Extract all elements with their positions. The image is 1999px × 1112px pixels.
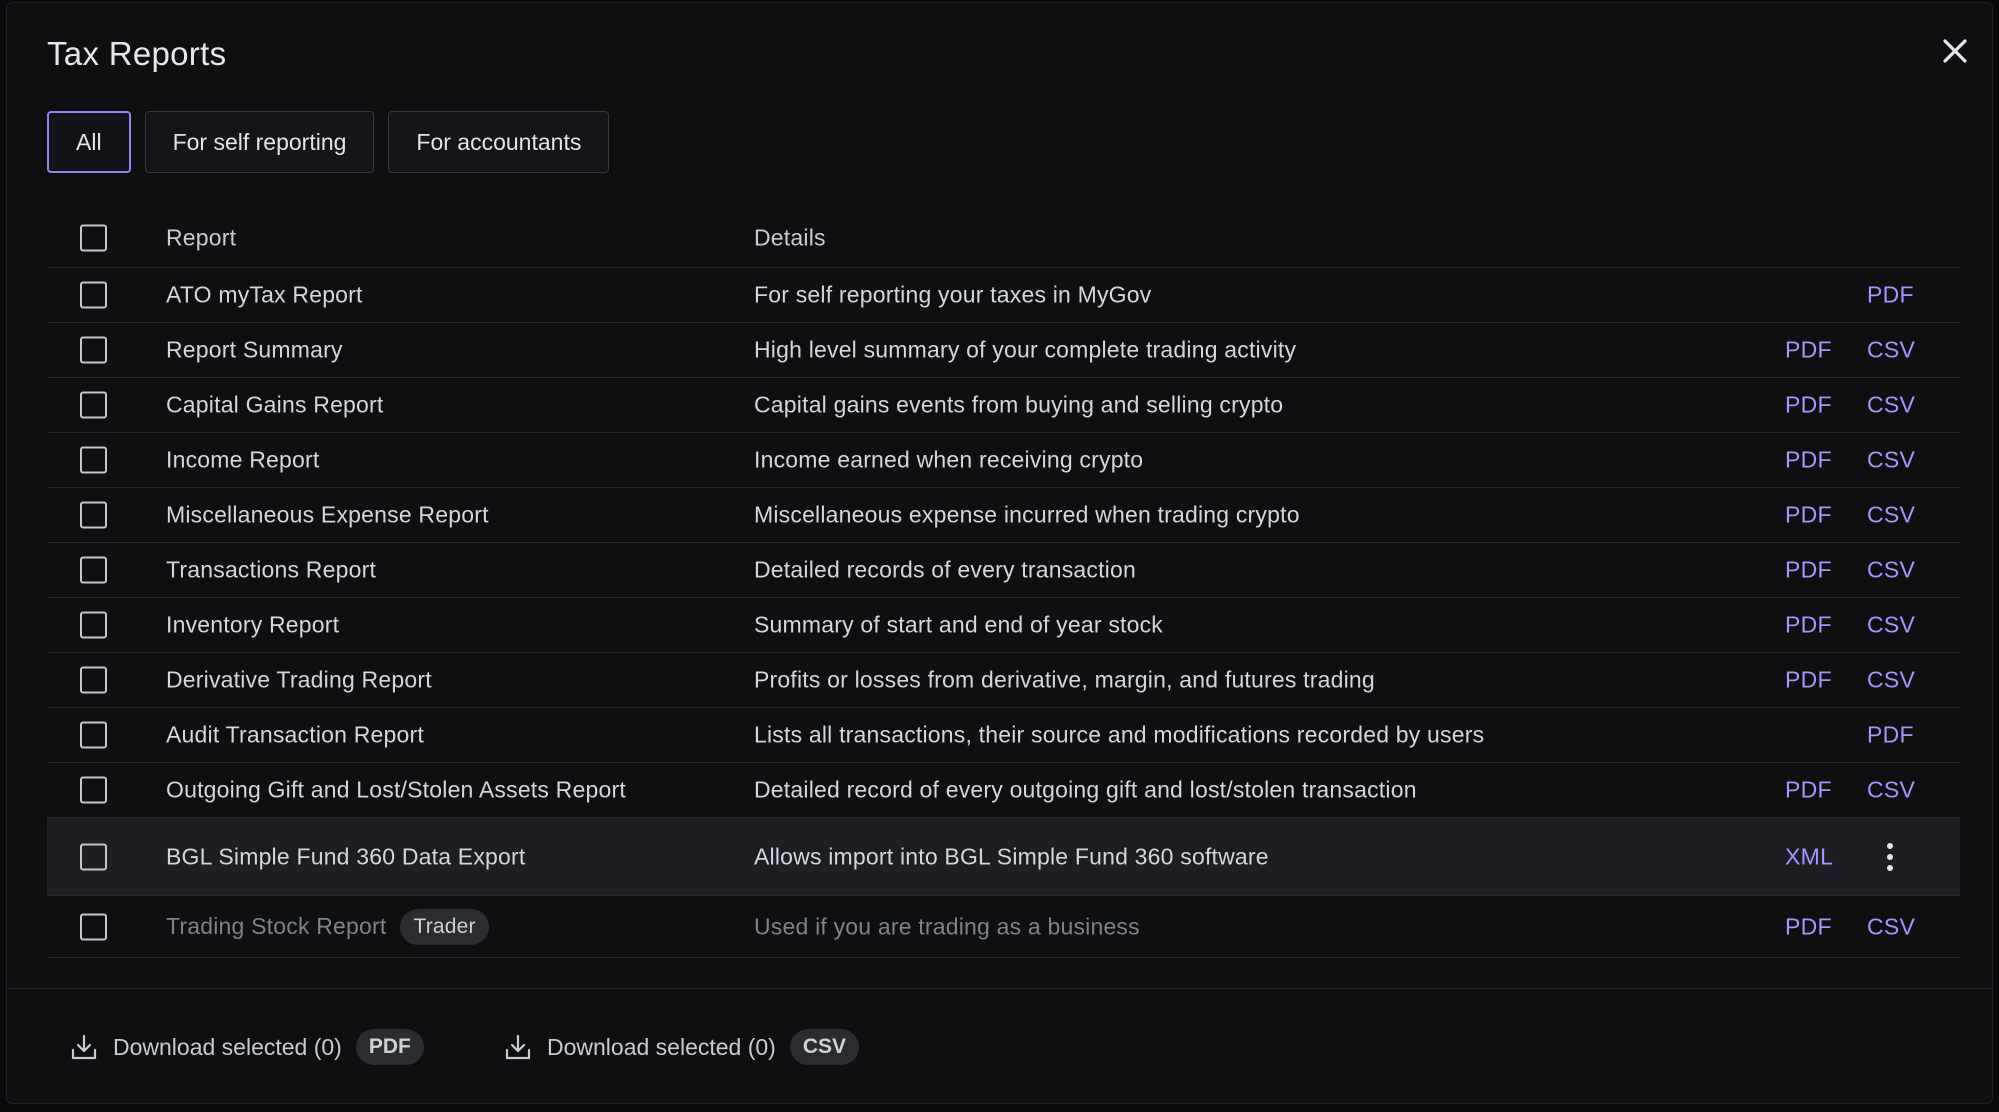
report-name: Audit Transaction Report: [166, 721, 424, 748]
row-checkbox[interactable]: [80, 913, 107, 940]
row-checkbox[interactable]: [80, 391, 107, 419]
row-checkbox[interactable]: [80, 446, 107, 474]
tab-accountants[interactable]: For accountants: [388, 111, 610, 173]
row-checkbox[interactable]: [80, 776, 107, 804]
pdf-link[interactable]: PDF: [1785, 612, 1832, 639]
csv-badge: CSV: [789, 1029, 860, 1065]
csv-link[interactable]: CSV: [1867, 913, 1915, 940]
row-checkbox[interactable]: [80, 666, 107, 694]
report-details: Summary of start and end of year stock: [754, 611, 1163, 638]
report-details: Lists all transactions, their source and…: [754, 721, 1485, 748]
download-label: Download selected (0): [113, 1033, 342, 1060]
download-icon: [71, 1034, 97, 1060]
table-row: Derivative Trading Report Profits or los…: [47, 653, 1960, 708]
report-name: Trading Stock Report: [166, 913, 387, 939]
report-name: Outgoing Gift and Lost/Stolen Assets Rep…: [166, 776, 626, 803]
row-checkbox[interactable]: [80, 843, 107, 870]
pdf-link[interactable]: PDF: [1785, 777, 1832, 804]
pdf-link[interactable]: PDF: [1785, 502, 1832, 529]
csv-link[interactable]: CSV: [1867, 392, 1915, 419]
table-row-highlighted: BGL Simple Fund 360 Data Export Allows i…: [47, 818, 1960, 896]
pdf-link[interactable]: PDF: [1785, 392, 1832, 419]
tax-reports-dialog: Tax Reports All For self reporting For a…: [6, 2, 1993, 1104]
report-details: Detailed record of every outgoing gift a…: [754, 776, 1417, 803]
report-details: Capital gains events from buying and sel…: [754, 391, 1284, 418]
report-name: Transactions Report: [166, 556, 377, 583]
pdf-link[interactable]: PDF: [1867, 282, 1914, 309]
close-icon[interactable]: [1935, 31, 1975, 71]
pdf-link[interactable]: PDF: [1785, 913, 1832, 940]
report-name: Derivative Trading Report: [166, 666, 432, 693]
dialog-footer: Download selected (0) PDF Download selec…: [7, 988, 1992, 1065]
pdf-link[interactable]: PDF: [1785, 557, 1832, 584]
pdf-badge: PDF: [355, 1029, 424, 1065]
csv-link[interactable]: CSV: [1867, 337, 1915, 364]
pdf-link[interactable]: PDF: [1785, 667, 1832, 694]
row-checkbox[interactable]: [80, 501, 107, 529]
csv-link[interactable]: CSV: [1867, 502, 1915, 529]
table-row: Miscellaneous Expense Report Miscellaneo…: [47, 488, 1960, 543]
csv-link[interactable]: CSV: [1867, 667, 1915, 694]
pdf-link[interactable]: PDF: [1867, 722, 1914, 749]
report-details: Used if you are trading as a business: [754, 913, 1140, 939]
table-row: ATO myTax Report For self reporting your…: [47, 268, 1960, 323]
table-header: Report Details: [47, 208, 1960, 268]
report-name-cell: Trading Stock Report Trader: [166, 908, 489, 945]
row-checkbox[interactable]: [80, 336, 107, 364]
more-options-icon[interactable]: [1879, 841, 1901, 873]
csv-link[interactable]: CSV: [1867, 447, 1915, 474]
row-checkbox[interactable]: [80, 721, 107, 749]
table-row: Trading Stock Report Trader Used if you …: [47, 896, 1960, 958]
report-details: Income earned when receiving crypto: [754, 446, 1144, 473]
dialog-title: Tax Reports: [47, 35, 227, 72]
header-details: Details: [754, 224, 826, 250]
pdf-link[interactable]: PDF: [1785, 447, 1832, 474]
header-report: Report: [166, 224, 237, 250]
reports-table: Report Details ATO myTax Report For self…: [47, 208, 1960, 958]
table-row: Transactions Report Detailed records of …: [47, 543, 1960, 598]
tab-self-reporting[interactable]: For self reporting: [144, 111, 375, 173]
filter-tabs: All For self reporting For accountants: [47, 111, 610, 173]
download-selected-csv-button[interactable]: Download selected (0) CSV: [503, 1029, 860, 1065]
report-details: Allows import into BGL Simple Fund 360 s…: [754, 843, 1269, 869]
table-row: Capital Gains Report Capital gains event…: [47, 378, 1960, 433]
tab-all[interactable]: All: [47, 111, 131, 173]
table-row: Inventory Report Summary of start and en…: [47, 598, 1960, 653]
report-name: BGL Simple Fund 360 Data Export: [166, 843, 526, 869]
row-checkbox[interactable]: [80, 611, 107, 639]
download-label: Download selected (0): [547, 1033, 776, 1060]
pdf-link[interactable]: PDF: [1785, 337, 1832, 364]
download-icon: [505, 1034, 531, 1060]
select-all-checkbox[interactable]: [80, 224, 107, 251]
csv-link[interactable]: CSV: [1867, 557, 1915, 584]
trader-badge: Trader: [400, 908, 489, 945]
report-name: Income Report: [166, 446, 320, 473]
report-details: High level summary of your complete trad…: [754, 336, 1297, 363]
report-name: Miscellaneous Expense Report: [166, 501, 489, 528]
table-row: Outgoing Gift and Lost/Stolen Assets Rep…: [47, 763, 1960, 818]
report-name: ATO myTax Report: [166, 281, 363, 308]
table-row: Income Report Income earned when receivi…: [47, 433, 1960, 488]
report-details: Profits or losses from derivative, margi…: [754, 666, 1375, 693]
table-row: Audit Transaction Report Lists all trans…: [47, 708, 1960, 763]
report-details: For self reporting your taxes in MyGov: [754, 281, 1152, 308]
row-checkbox[interactable]: [80, 281, 107, 309]
report-name: Report Summary: [166, 336, 343, 363]
csv-link[interactable]: CSV: [1867, 777, 1915, 804]
xml-link[interactable]: XML: [1785, 843, 1833, 870]
table-row: Report Summary High level summary of you…: [47, 323, 1960, 378]
report-details: Miscellaneous expense incurred when trad…: [754, 501, 1300, 528]
report-name: Capital Gains Report: [166, 391, 384, 418]
report-details: Detailed records of every transaction: [754, 556, 1136, 583]
download-selected-pdf-button[interactable]: Download selected (0) PDF: [69, 1029, 424, 1065]
csv-link[interactable]: CSV: [1867, 612, 1915, 639]
report-name: Inventory Report: [166, 611, 340, 638]
row-checkbox[interactable]: [80, 556, 107, 584]
